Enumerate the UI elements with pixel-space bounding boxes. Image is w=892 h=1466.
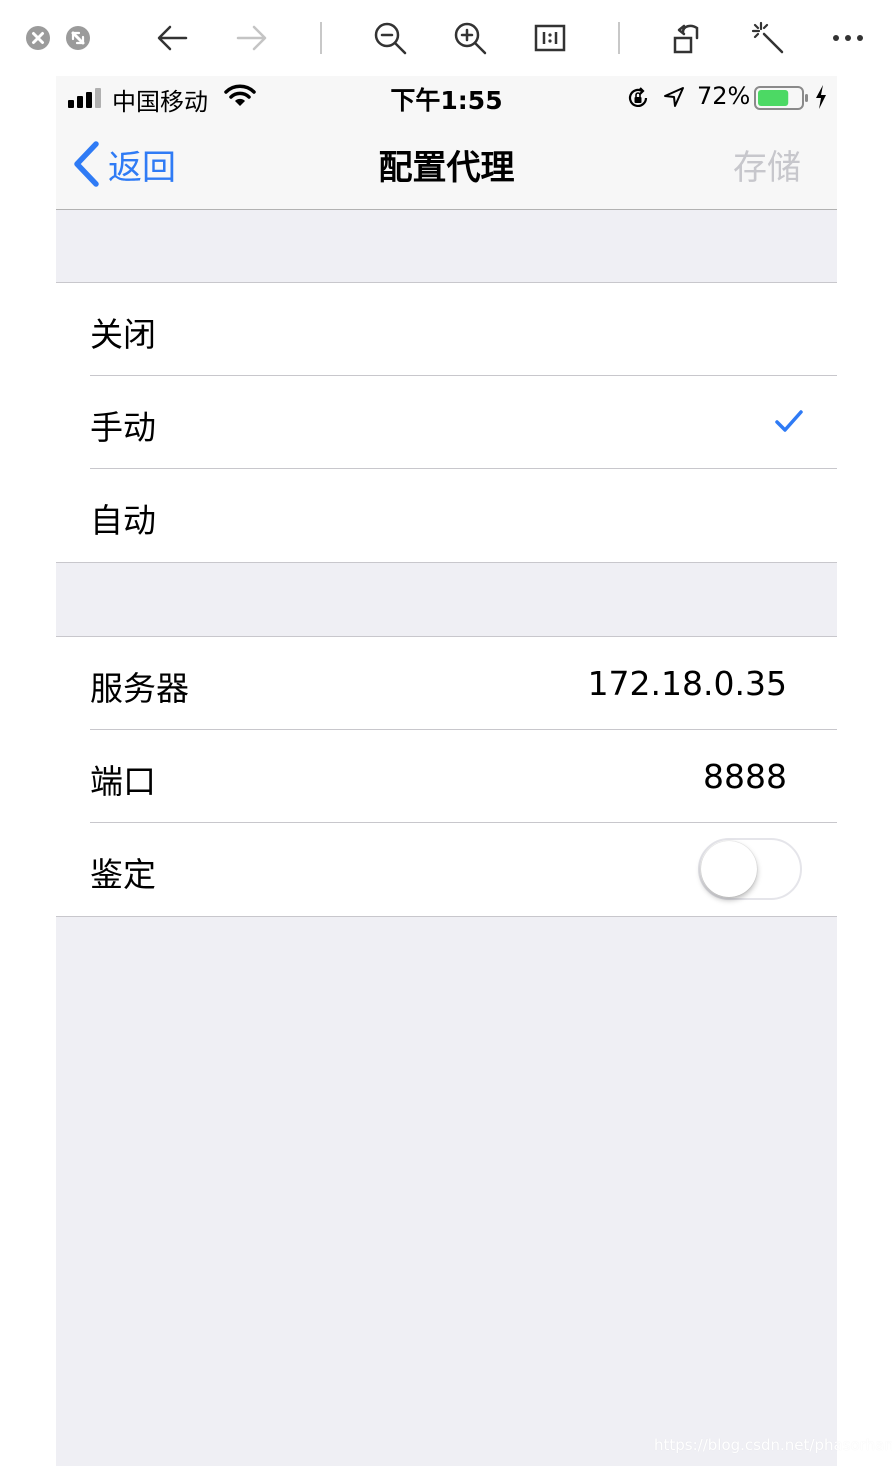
forward-arrow-icon[interactable] xyxy=(232,18,272,58)
charging-bolt-icon xyxy=(816,85,826,109)
checkmark-icon xyxy=(775,410,803,432)
authentication-toggle[interactable] xyxy=(698,838,802,900)
close-icon[interactable] xyxy=(18,18,58,58)
back-arrow-icon[interactable] xyxy=(152,18,192,58)
toggle-knob[interactable] xyxy=(701,841,757,897)
proxy-mode-manual-row[interactable]: 手动 xyxy=(56,376,837,469)
magic-wand-icon[interactable] xyxy=(748,18,788,58)
rotation-lock-icon xyxy=(628,87,648,107)
battery-icon xyxy=(754,86,808,110)
actual-size-icon[interactable] xyxy=(530,18,570,58)
toolbar-divider xyxy=(618,22,620,54)
port-row[interactable]: 端口 8888 xyxy=(56,730,837,823)
port-value[interactable]: 8888 xyxy=(703,757,787,796)
authentication-row: 鉴定 xyxy=(56,823,837,916)
port-label: 端口 xyxy=(90,762,156,801)
authentication-label: 鉴定 xyxy=(90,855,156,894)
proxy-mode-auto-row[interactable]: 自动 xyxy=(56,469,837,562)
proxy-mode-manual-label: 手动 xyxy=(90,408,156,447)
battery-percentage: 72% xyxy=(697,82,751,110)
manual-proxy-settings-group: 服务器 172.18.0.35 端口 8888 鉴定 xyxy=(56,636,837,917)
battery-fill xyxy=(758,90,789,106)
phone-screen: 中国移动 下午1:55 72% 返回 配置代理 存储 关闭 手动 自动 服务器 … xyxy=(56,76,837,1466)
proxy-mode-auto-label: 自动 xyxy=(90,501,156,540)
proxy-mode-off-label: 关闭 xyxy=(90,315,156,354)
page-title: 配置代理 xyxy=(378,148,515,188)
watermark: https://blog.csdn.net/phasorhand xyxy=(654,1436,892,1454)
viewer-toolbar xyxy=(0,0,892,76)
save-button[interactable]: 存储 xyxy=(733,140,801,189)
zoom-in-icon[interactable] xyxy=(450,18,490,58)
zoom-out-icon[interactable] xyxy=(370,18,410,58)
server-label: 服务器 xyxy=(90,669,189,708)
location-icon xyxy=(664,87,684,107)
server-row[interactable]: 服务器 172.18.0.35 xyxy=(56,637,837,730)
exit-fullscreen-icon[interactable] xyxy=(58,18,98,58)
proxy-mode-off-row[interactable]: 关闭 xyxy=(56,283,837,376)
rotate-icon[interactable] xyxy=(668,18,708,58)
status-bar: 中国移动 下午1:55 72% xyxy=(56,76,837,120)
server-value[interactable]: 172.18.0.35 xyxy=(588,664,787,703)
more-icon[interactable] xyxy=(828,18,868,58)
navigation-bar: 返回 配置代理 存储 xyxy=(56,120,837,210)
toolbar-divider xyxy=(320,22,322,54)
proxy-mode-group: 关闭 手动 自动 xyxy=(56,282,837,563)
